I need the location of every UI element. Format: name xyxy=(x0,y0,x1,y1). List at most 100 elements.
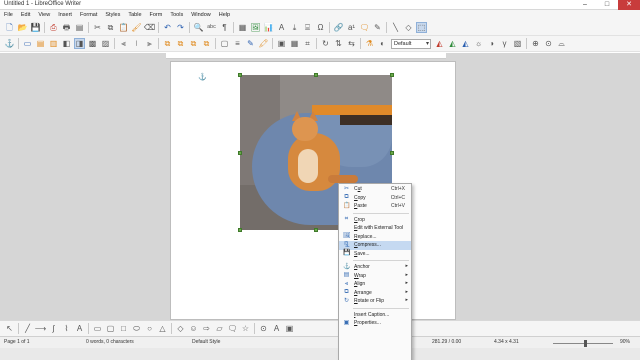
context-menu-insert-caption[interactable]: Insert Caption... xyxy=(339,311,411,320)
status-page-style[interactable]: Default Style xyxy=(192,339,220,345)
diamond-icon[interactable]: ◇ xyxy=(175,323,186,334)
callouts-icon[interactable]: 🗨 xyxy=(227,323,238,334)
contrast-icon[interactable]: ◑ xyxy=(486,38,497,49)
in-background-icon[interactable]: ▨ xyxy=(100,38,111,49)
save-icon[interactable]: 💾 xyxy=(30,22,41,33)
minimize-button[interactable]: – xyxy=(574,0,596,10)
contour-icon[interactable]: ⌓ xyxy=(556,38,567,49)
fontwork-icon[interactable]: A xyxy=(74,323,85,334)
points-toggle-icon[interactable]: ⊙ xyxy=(258,323,269,334)
anchor-icon[interactable]: ⚓ xyxy=(4,38,15,49)
zoom-slider[interactable] xyxy=(553,343,613,344)
context-menu-anchor[interactable]: ⚓ Anchor ▸ xyxy=(339,263,411,272)
context-menu-align[interactable]: ⫷ Align ▸ xyxy=(339,280,411,289)
context-menu-properties[interactable]: ▣ Properties... xyxy=(339,319,411,328)
square-icon[interactable]: □ xyxy=(118,323,129,334)
rotate-icon[interactable]: ↻ xyxy=(320,38,331,49)
status-zoom[interactable]: 90% xyxy=(620,339,630,345)
context-menu-arrange[interactable]: ⧉ Arrange ▸ xyxy=(339,289,411,298)
select-icon[interactable]: ↖ xyxy=(4,323,15,334)
rectangle-icon[interactable]: ▭ xyxy=(92,323,103,334)
wrap-left-icon[interactable]: ◧ xyxy=(61,38,72,49)
context-menu-cut[interactable]: ✂ Cut Ctrl+X xyxy=(339,185,411,194)
context-menu-edit-external[interactable]: Edit with External Tool xyxy=(339,224,411,233)
border-color-icon[interactable]: ✎ xyxy=(245,38,256,49)
maximize-button[interactable]: □ xyxy=(596,0,618,10)
undo-icon[interactable]: ↶ xyxy=(162,22,173,33)
menu-view[interactable]: View xyxy=(34,12,54,18)
triangle-icon[interactable]: △ xyxy=(157,323,168,334)
insert-chart-icon[interactable]: 📊 xyxy=(263,22,274,33)
wrap-right-icon[interactable]: ◨ xyxy=(74,38,85,49)
insert-special-char-icon[interactable]: Ω xyxy=(315,22,326,33)
menu-file[interactable]: File xyxy=(0,12,17,18)
resize-handle-top-right[interactable] xyxy=(390,73,394,77)
context-menu-paste[interactable]: 📋 Paste Ctrl+V xyxy=(339,202,411,211)
background-color-icon[interactable]: 🖍 xyxy=(258,38,269,49)
blue-channel-icon[interactable]: ◭ xyxy=(460,38,471,49)
transparency-icon[interactable]: ▧ xyxy=(512,38,523,49)
text-box-icon[interactable]: A xyxy=(271,323,282,334)
menu-format[interactable]: Format xyxy=(76,12,101,18)
image-filter-icon[interactable]: ⚗ xyxy=(364,38,375,49)
align-right-icon[interactable]: ⫸ xyxy=(144,38,155,49)
circle-icon[interactable]: ○ xyxy=(144,323,155,334)
new-document-icon[interactable]: 🗋 xyxy=(4,22,15,33)
context-menu-save[interactable]: 💾 Save... xyxy=(339,250,411,259)
border-icon[interactable]: ▢ xyxy=(219,38,230,49)
context-menu-crop[interactable]: ⌗ Crop xyxy=(339,216,411,225)
menu-window[interactable]: Window xyxy=(187,12,215,18)
horizontal-ruler[interactable] xyxy=(166,53,446,59)
resize-handle-top[interactable] xyxy=(314,73,318,77)
track-changes-icon[interactable]: ✎ xyxy=(372,22,383,33)
context-menu-copy[interactable]: ⧉ Copy Ctrl+C xyxy=(339,194,411,203)
insert-image-icon[interactable]: 🖼 xyxy=(250,22,261,33)
context-menu-wrap[interactable]: ▤ Wrap ▸ xyxy=(339,272,411,281)
basic-shapes-icon[interactable]: ◇ xyxy=(403,22,414,33)
flowchart-icon[interactable]: ▱ xyxy=(214,323,225,334)
frame-properties-icon[interactable]: ▣ xyxy=(276,38,287,49)
menu-edit[interactable]: Edit xyxy=(17,12,34,18)
brightness-icon[interactable]: ☼ xyxy=(473,38,484,49)
menu-styles[interactable]: Styles xyxy=(101,12,124,18)
line-arrow-icon[interactable]: ⟶ xyxy=(35,323,46,334)
menu-insert[interactable]: Insert xyxy=(54,12,76,18)
image-properties-icon[interactable]: ▦ xyxy=(289,38,300,49)
close-button[interactable]: ✕ xyxy=(618,0,640,10)
comment-icon[interactable]: 🗨 xyxy=(359,22,370,33)
paste-icon[interactable]: 📋 xyxy=(118,22,129,33)
ellipse-icon[interactable]: ⬭ xyxy=(131,323,142,334)
glue-points-icon[interactable]: ⊕ xyxy=(530,38,541,49)
formatting-marks-icon[interactable]: ¶ xyxy=(219,22,230,33)
points-icon[interactable]: ⊙ xyxy=(543,38,554,49)
extrusion-icon[interactable]: ▣ xyxy=(284,323,295,334)
spelling-icon[interactable]: ᵃᵇᶜ xyxy=(206,22,217,33)
insert-textbox-icon[interactable]: A xyxy=(276,22,287,33)
curve-icon[interactable]: ∫ xyxy=(48,323,59,334)
bring-to-front-icon[interactable]: ⧉ xyxy=(162,38,173,49)
resize-handle-bottom-left[interactable] xyxy=(238,228,242,232)
menu-help[interactable]: Help xyxy=(215,12,234,18)
flip-horizontal-icon[interactable]: ⇆ xyxy=(346,38,357,49)
crop-icon[interactable]: ⌗ xyxy=(302,38,313,49)
resize-handle-left[interactable] xyxy=(238,151,242,155)
graphics-mode-select[interactable]: Default xyxy=(391,38,431,49)
line-icon[interactable]: ╱ xyxy=(22,323,33,334)
zoom-slider-thumb[interactable] xyxy=(584,340,587,347)
wrap-off-icon[interactable]: ▭ xyxy=(22,38,33,49)
export-pdf-icon[interactable]: ⎙ xyxy=(48,22,59,33)
footnote-icon[interactable]: a¹ xyxy=(346,22,357,33)
print-preview-icon[interactable]: ▤ xyxy=(74,22,85,33)
block-arrows-icon[interactable]: ⇨ xyxy=(201,323,212,334)
clear-formatting-icon[interactable]: ⌫ xyxy=(144,22,155,33)
open-icon[interactable]: 📂 xyxy=(17,22,28,33)
align-center-icon[interactable]: ⧙ xyxy=(131,38,142,49)
optimal-wrap-icon[interactable]: ▥ xyxy=(48,38,59,49)
send-backward-icon[interactable]: ⧉ xyxy=(188,38,199,49)
graphics-mode-icon[interactable]: ◐ xyxy=(377,38,388,49)
symbol-shapes-icon[interactable]: ☺ xyxy=(188,323,199,334)
resize-handle-right[interactable] xyxy=(390,151,394,155)
show-draw-functions-icon[interactable]: ⬚ xyxy=(416,22,427,33)
border-style-icon[interactable]: ≡ xyxy=(232,38,243,49)
redo-icon[interactable]: ↷ xyxy=(175,22,186,33)
